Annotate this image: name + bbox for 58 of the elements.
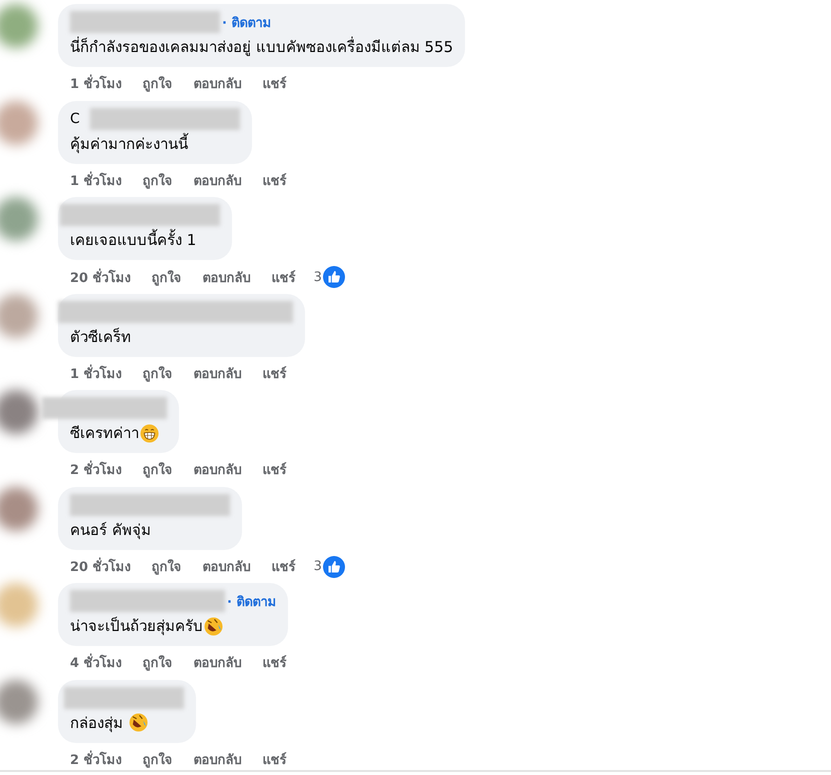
comment-text: คุ้มค่ามากค่ะงานนี้	[70, 132, 188, 154]
reaction-count: 3	[314, 270, 322, 284]
comment-action-link[interactable]: ตอบกลับ	[194, 748, 242, 770]
thumbs-up-icon[interactable]	[322, 556, 345, 578]
comment-action-link[interactable]: ตอบกลับ	[194, 652, 242, 673]
thumbs-up-icon[interactable]	[322, 266, 345, 288]
avatar[interactable]	[0, 4, 38, 48]
comment-action-link[interactable]: แชร์	[262, 170, 287, 190]
comment-action-link[interactable]: ตอบกลับ	[194, 459, 242, 480]
comment-action-link[interactable]: ตอบกลับ	[194, 170, 242, 190]
comment-time[interactable]: 2 ชั่วโมง	[70, 459, 122, 480]
comment-action-link[interactable]: แชร์	[262, 459, 287, 480]
comment-text: กล่องสุ่ม	[70, 712, 124, 734]
comment-text: เคยเจอแบบนี้ครั้ง 1	[70, 229, 196, 251]
author-name[interactable]: C	[70, 110, 80, 126]
comment-time[interactable]: 1 ชั่วโมง	[70, 362, 122, 384]
comment-text: คนอร์ คัพจุ่ม	[70, 520, 151, 540]
comment-action-link[interactable]: ถูกใจ	[152, 266, 182, 288]
comment-action-link[interactable]: แชร์	[272, 266, 296, 288]
comment-action-link[interactable]: ถูกใจ	[142, 459, 173, 480]
comment-text: น่าจะเป็นถ้วยสุ่มครับ	[70, 616, 203, 637]
laughing-emoji-icon	[128, 713, 148, 732]
laughing-emoji-icon	[204, 616, 223, 636]
comment-action-link[interactable]: ถูกใจ	[142, 748, 173, 770]
avatar[interactable]	[0, 197, 38, 241]
comment-action-link[interactable]: แชร์	[262, 362, 287, 384]
comment-time[interactable]: 20 ชั่วโมง	[70, 556, 131, 577]
comment-action-link[interactable]: ถูกใจ	[142, 73, 173, 94]
comment-action-link[interactable]: ถูกใจ	[152, 556, 182, 577]
comment-action-link[interactable]: แชร์	[262, 748, 287, 770]
follow-link[interactable]: · ติดตาม	[227, 590, 276, 612]
comment-time[interactable]: 4 ชั่วโมง	[70, 652, 122, 673]
comment-action-link[interactable]: แชร์	[272, 556, 296, 577]
comment-text: ซีเครทค่าา	[70, 423, 139, 444]
comment-action-link[interactable]: ตอบกลับ	[202, 266, 251, 288]
avatar[interactable]	[0, 583, 38, 627]
comment-action-link[interactable]: แชร์	[262, 652, 287, 673]
comment-time[interactable]: 20 ชั่วโมง	[70, 266, 131, 288]
follow-link[interactable]: · ติดตาม	[222, 12, 272, 32]
avatar[interactable]	[0, 100, 38, 144]
avatar[interactable]	[0, 294, 38, 338]
avatar[interactable]	[0, 486, 38, 530]
avatar[interactable]	[0, 680, 38, 724]
comment-action-link[interactable]: ถูกใจ	[142, 362, 173, 384]
comment-action-link[interactable]: ตอบกลับ	[202, 556, 251, 577]
comment-action-link[interactable]: ตอบกลับ	[194, 362, 242, 384]
comment-action-link[interactable]: ถูกใจ	[142, 170, 173, 190]
comment-action-link[interactable]: ตอบกลับ	[194, 73, 242, 94]
reaction-count: 3	[314, 559, 322, 574]
comment-text: นี่ก็กำลังรอของเคลมมาส่งอยู่ แบบคัพซองเครื่องมีแต่ลม 555	[70, 36, 454, 58]
comment-action-link[interactable]: แชร์	[262, 73, 287, 94]
comment-text: ตัวซีเคร็ท	[70, 326, 131, 348]
avatar[interactable]	[0, 390, 38, 434]
grinning-emoji-icon	[140, 424, 159, 442]
comment-time[interactable]: 1 ชั่วโมง	[70, 170, 122, 190]
comment-time[interactable]: 1 ชั่วโมง	[70, 73, 122, 94]
comment-action-link[interactable]: ถูกใจ	[142, 652, 173, 673]
comment-time[interactable]: 2 ชั่วโมง	[70, 748, 122, 770]
